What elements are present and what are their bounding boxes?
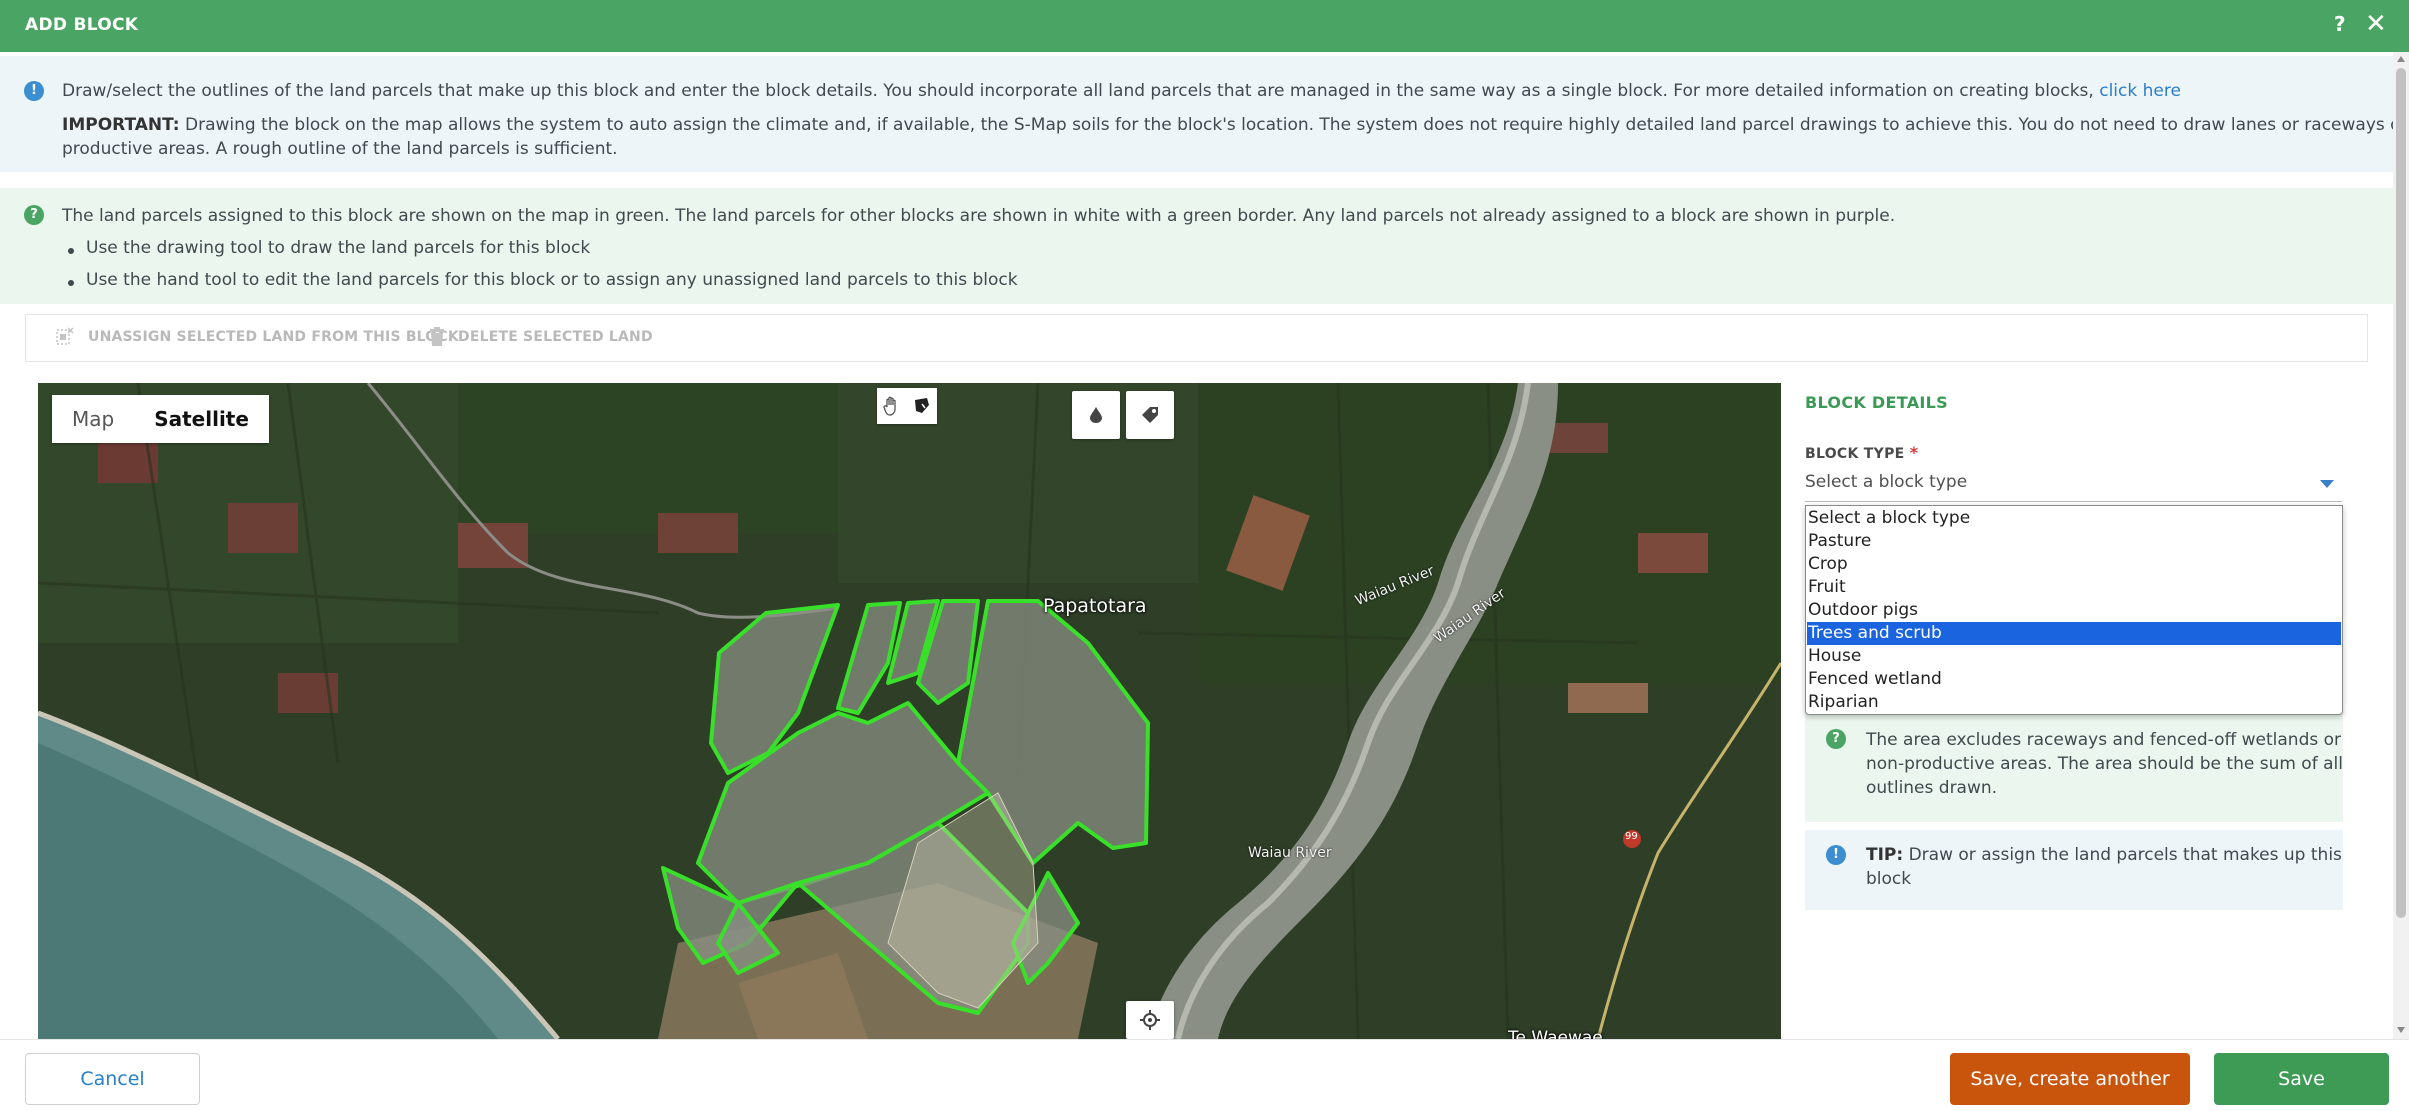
- legend-text: The land parcels assigned to this block …: [62, 206, 1896, 226]
- block-type-label: BLOCK TYPE *: [1805, 443, 1918, 462]
- close-icon[interactable]: ✕: [2365, 9, 2387, 39]
- instructions-text: Draw/select the outlines of the land par…: [62, 81, 2094, 101]
- unassign-selected-button[interactable]: UNASSIGN SELECTED LAND FROM THIS BLOCK: [88, 329, 459, 345]
- map-label-town: Papatotara: [1043, 595, 1147, 617]
- dropdown-option[interactable]: Riparian: [1807, 691, 2341, 714]
- block-type-label-text: BLOCK TYPE: [1805, 446, 1905, 462]
- map-type-toggle[interactable]: Map Satellite: [52, 395, 269, 443]
- info-icon: !: [1826, 845, 1846, 865]
- map-canvas[interactable]: Map Satellite Papatotara Waiau River Wai…: [38, 383, 1781, 1039]
- dialog-header: ADD BLOCK ? ✕: [0, 0, 2409, 52]
- dropdown-option[interactable]: Pasture: [1807, 530, 2341, 553]
- area-help-line-2: non-productive areas. The area should be…: [1866, 754, 2343, 774]
- unassign-icon: [56, 327, 74, 345]
- drawing-tools: [877, 388, 937, 424]
- dropdown-option[interactable]: Crop: [1807, 553, 2341, 576]
- drop-icon[interactable]: [1072, 391, 1120, 439]
- legend-bullet-1: Use the drawing tool to draw the land pa…: [86, 238, 591, 258]
- chevron-down-icon: [2320, 480, 2334, 488]
- road-badge: 99: [1625, 831, 1638, 842]
- area-help-line-3: outlines drawn.: [1866, 778, 1998, 798]
- save-create-another-button[interactable]: Save, create another: [1950, 1053, 2190, 1105]
- dropdown-option-highlighted[interactable]: Trees and scrub: [1807, 622, 2341, 645]
- land-toolbar: UNASSIGN SELECTED LAND FROM THIS BLOCK D…: [25, 314, 2368, 362]
- info-panel-instructions: ! Draw/select the outlines of the land p…: [0, 56, 2409, 172]
- satellite-imagery: [38, 383, 1781, 1039]
- scroll-up-icon[interactable]: [2397, 56, 2405, 62]
- important-line-1: IMPORTANT: Drawing the block on the map …: [62, 115, 2409, 135]
- dropdown-option[interactable]: Outdoor pigs: [1807, 599, 2341, 622]
- tip-line-2: block: [1866, 869, 1912, 889]
- save-button[interactable]: Save: [2214, 1053, 2389, 1105]
- scroll-down-icon[interactable]: [2397, 1027, 2405, 1033]
- tip-label: TIP:: [1866, 845, 1904, 865]
- important-line-2: productive areas. A rough outline of the…: [62, 139, 618, 159]
- tag-icon[interactable]: [1126, 391, 1174, 439]
- question-icon: ?: [24, 205, 44, 225]
- scrollbar-thumb[interactable]: [2396, 68, 2406, 918]
- required-marker: *: [1909, 443, 1919, 462]
- map-type-map[interactable]: Map: [52, 395, 134, 443]
- area-help-box: ? The area excludes raceways and fenced-…: [1805, 712, 2343, 822]
- delete-selected-button[interactable]: DELETE SELECTED LAND: [458, 329, 653, 345]
- map-label-town-2: Te Waewae: [1508, 1028, 1603, 1039]
- dialog-title: ADD BLOCK: [25, 15, 139, 35]
- dropdown-option[interactable]: House: [1807, 645, 2341, 668]
- dropdown-option[interactable]: Fruit: [1807, 576, 2341, 599]
- bullet-dot: [68, 280, 74, 286]
- dialog-footer: Cancel Save, create another Save: [0, 1039, 2409, 1111]
- map-type-satellite[interactable]: Satellite: [134, 395, 269, 443]
- block-type-dropdown[interactable]: Select a block type Pasture Crop Fruit O…: [1805, 505, 2343, 715]
- important-label: IMPORTANT:: [62, 115, 180, 135]
- map-label-river-3: Waiau River: [1248, 845, 1332, 861]
- block-details-title: BLOCK DETAILS: [1805, 393, 1948, 412]
- important-text: Drawing the block on the map allows the …: [185, 115, 2409, 135]
- hand-tool-icon[interactable]: [877, 388, 907, 424]
- cancel-button[interactable]: Cancel: [25, 1053, 200, 1105]
- polygon-draw-icon[interactable]: [907, 388, 937, 424]
- block-type-select[interactable]: Select a block type: [1805, 468, 2342, 502]
- locate-icon[interactable]: [1126, 1001, 1174, 1039]
- tip-box: ! TIP: Draw or assign the land parcels t…: [1805, 830, 2343, 910]
- legend-bullet-2: Use the hand tool to edit the land parce…: [86, 270, 1018, 290]
- help-icon[interactable]: ?: [2334, 12, 2346, 36]
- page-scrollbar[interactable]: [2393, 52, 2409, 1039]
- info-icon: !: [24, 81, 44, 101]
- block-type-value: Select a block type: [1805, 472, 1968, 492]
- tip-text: Draw or assign the land parcels that mak…: [1908, 845, 2342, 865]
- dropdown-option[interactable]: Select a block type: [1807, 507, 2341, 530]
- click-here-link[interactable]: click here: [2099, 81, 2181, 101]
- bullet-dot: [68, 248, 74, 254]
- info-instructions-text: Draw/select the outlines of the land par…: [62, 81, 2181, 101]
- area-help-line-1: The area excludes raceways and fenced-of…: [1866, 730, 2342, 750]
- dropdown-option[interactable]: Fenced wetland: [1807, 668, 2341, 691]
- info-panel-legend: ? The land parcels assigned to this bloc…: [0, 188, 2393, 304]
- trash-icon: [430, 327, 444, 346]
- question-icon: ?: [1826, 729, 1846, 749]
- tip-line-1: TIP: Draw or assign the land parcels tha…: [1866, 845, 2342, 865]
